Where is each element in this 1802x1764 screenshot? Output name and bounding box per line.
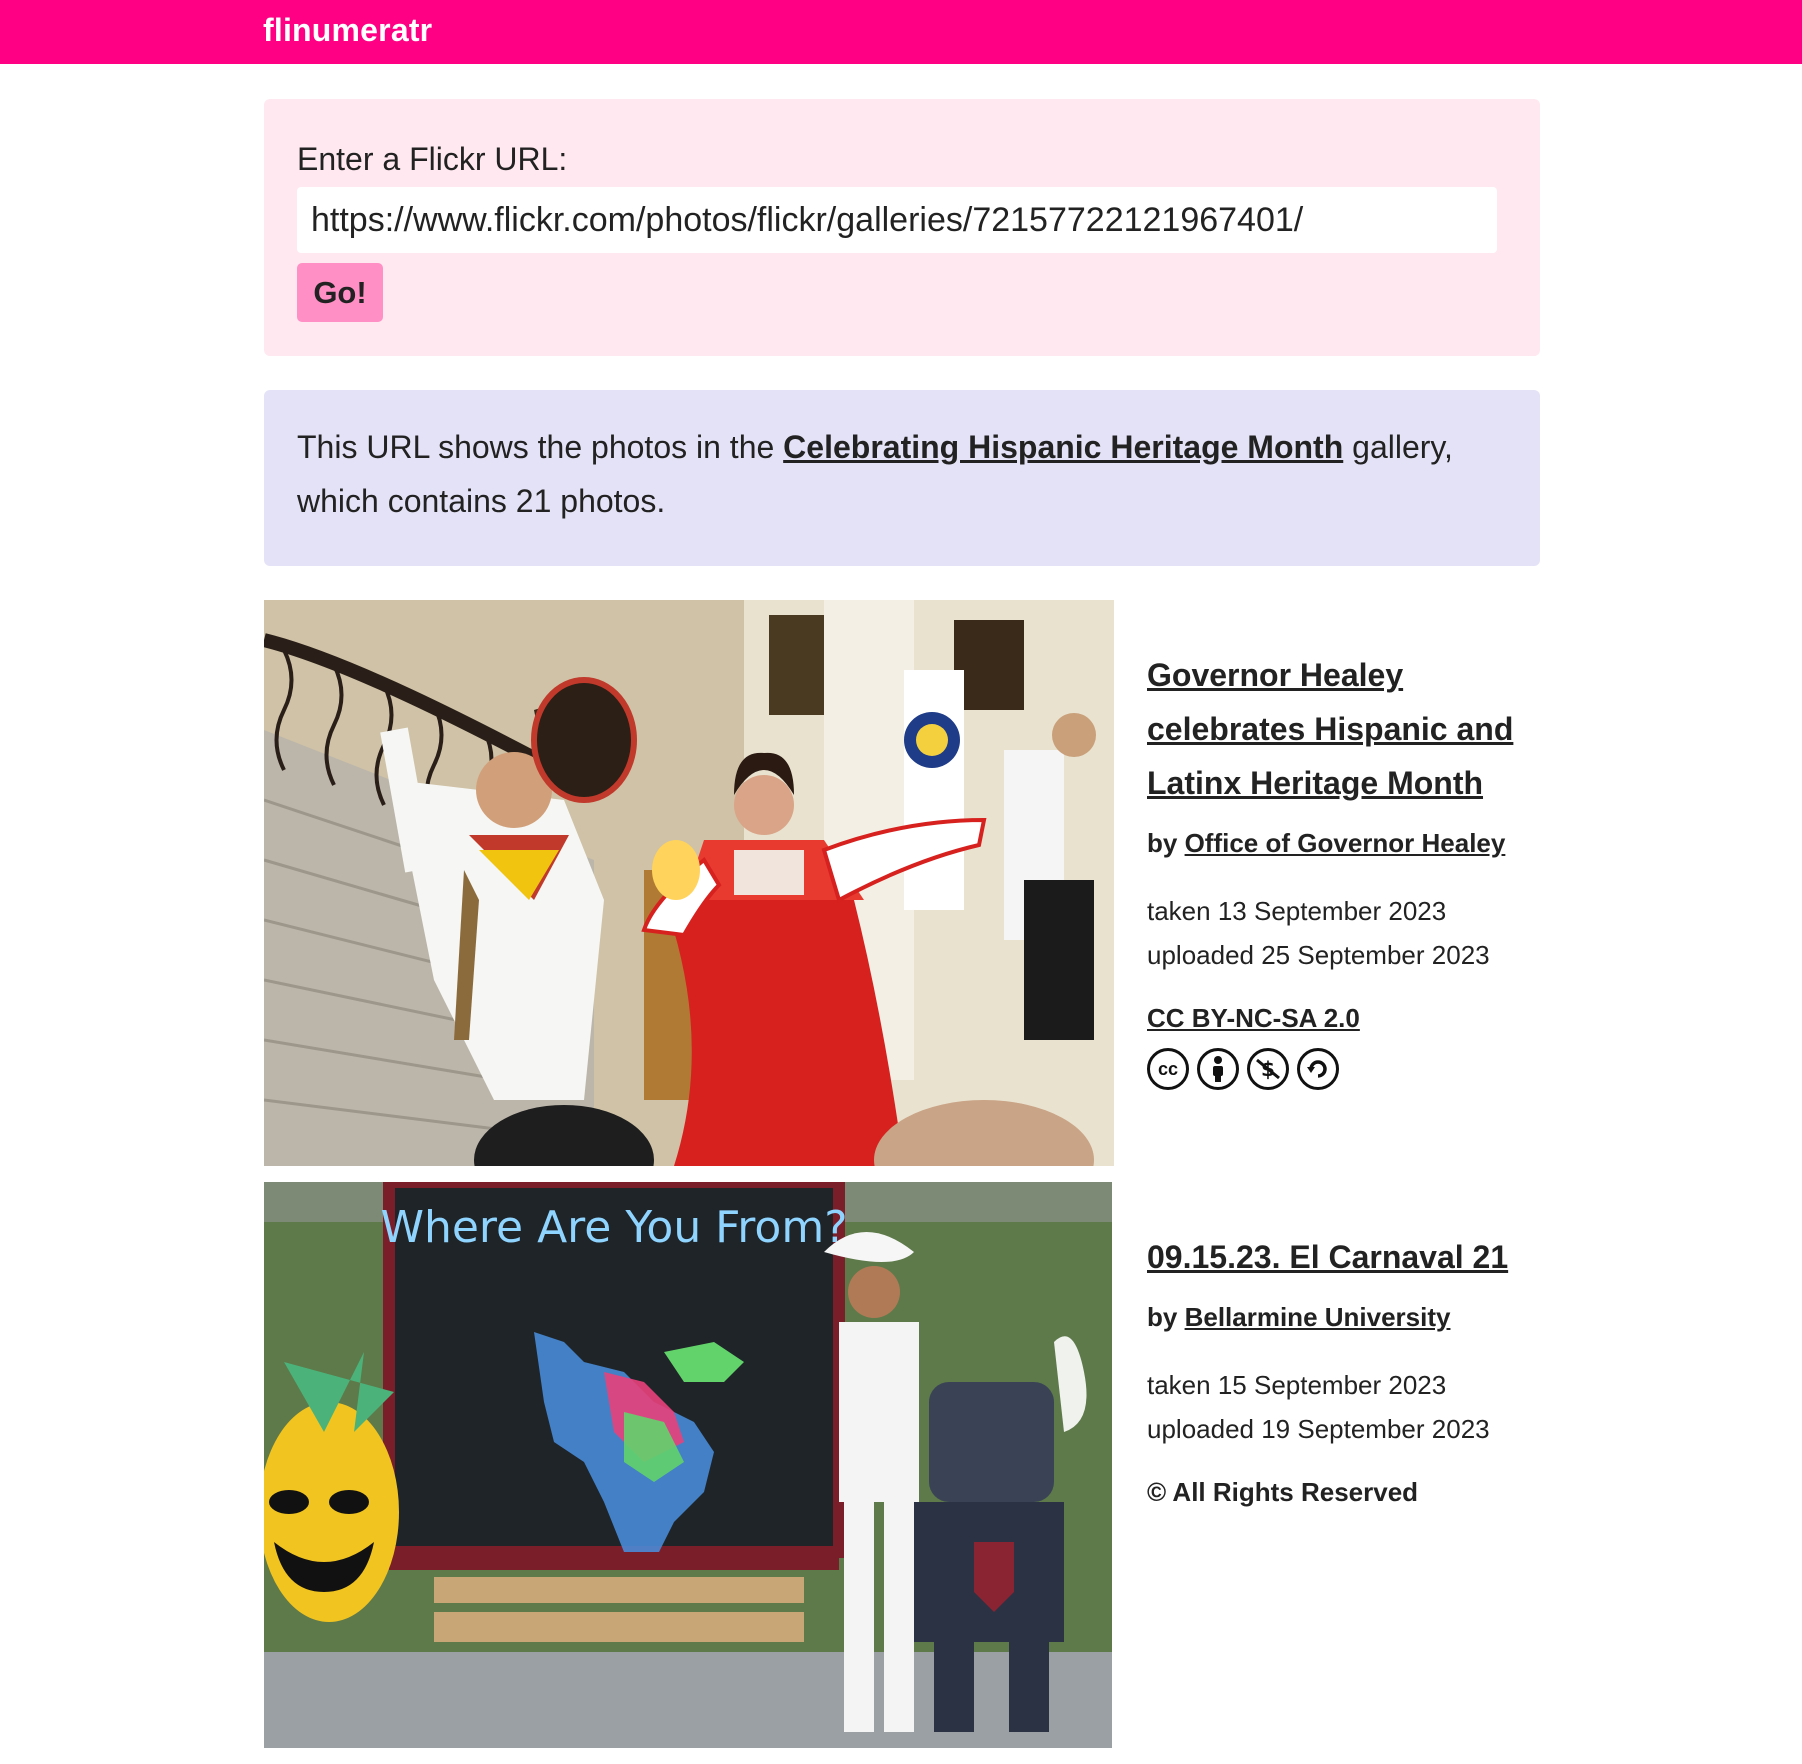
taken-date: taken 13 September 2023 bbox=[1147, 896, 1447, 926]
photo-thumbnail[interactable] bbox=[264, 600, 1114, 1166]
chalkboard-photo: Where Are You From? bbox=[264, 1182, 1112, 1748]
uploaded-date: uploaded 19 September 2023 bbox=[1147, 1414, 1490, 1444]
photo-byline: by Bellarmine University bbox=[1147, 1302, 1547, 1333]
summary-prefix: This URL shows the photos in the bbox=[297, 429, 775, 465]
app-logo[interactable]: flinumeratr bbox=[263, 12, 432, 49]
non-commercial-icon: $ bbox=[1247, 1048, 1289, 1090]
url-form: Enter a Flickr URL: Go! bbox=[264, 99, 1540, 356]
license-info: CC BY-NC-SA 2.0 bbox=[1147, 1003, 1547, 1034]
go-button[interactable]: Go! bbox=[297, 263, 383, 322]
gallery-summary: This URL shows the photos in the Celebra… bbox=[297, 420, 1512, 528]
cc-icon: cc bbox=[1147, 1048, 1189, 1090]
license-info: © All Rights Reserved bbox=[1147, 1477, 1419, 1507]
top-bar: flinumeratr bbox=[0, 0, 1802, 64]
taken-date: taken 15 September 2023 bbox=[1147, 1370, 1447, 1400]
byline-prefix: by bbox=[1147, 828, 1178, 858]
owner-link[interactable]: Office of Governor Healey bbox=[1185, 828, 1506, 858]
photo-meta: 09.15.23. El Carnaval 21 by Bellarmine U… bbox=[1147, 1230, 1547, 1508]
gallery-link[interactable]: Celebrating Hispanic Heritage Month bbox=[783, 429, 1343, 465]
photo-title-link[interactable]: Governor Healey celebrates Hispanic and … bbox=[1147, 648, 1547, 810]
url-input[interactable] bbox=[297, 187, 1497, 253]
dancers-photo bbox=[264, 600, 1114, 1166]
photo-meta: Governor Healey celebrates Hispanic and … bbox=[1147, 648, 1547, 1090]
photo-thumbnail[interactable]: Where Are You From? bbox=[264, 1182, 1112, 1748]
license-link[interactable]: CC BY-NC-SA 2.0 bbox=[1147, 1003, 1360, 1033]
owner-link[interactable]: Bellarmine University bbox=[1185, 1302, 1451, 1332]
photo-dates: taken 15 September 2023 uploaded 19 Sept… bbox=[1147, 1363, 1547, 1451]
uploaded-date: uploaded 25 September 2023 bbox=[1147, 940, 1490, 970]
photo-title-link[interactable]: 09.15.23. El Carnaval 21 bbox=[1147, 1230, 1547, 1284]
share-alike-icon bbox=[1297, 1048, 1339, 1090]
attribution-icon bbox=[1197, 1048, 1239, 1090]
license-icons: cc $ bbox=[1147, 1048, 1547, 1090]
gallery-info: This URL shows the photos in the Celebra… bbox=[264, 390, 1540, 566]
photo-dates: taken 13 September 2023 uploaded 25 Sept… bbox=[1147, 889, 1547, 977]
byline-prefix: by bbox=[1147, 1302, 1178, 1332]
chalkboard-text: Where Are You From? bbox=[380, 1202, 847, 1253]
url-label: Enter a Flickr URL: bbox=[297, 141, 568, 177]
photo-byline: by Office of Governor Healey bbox=[1147, 828, 1547, 859]
